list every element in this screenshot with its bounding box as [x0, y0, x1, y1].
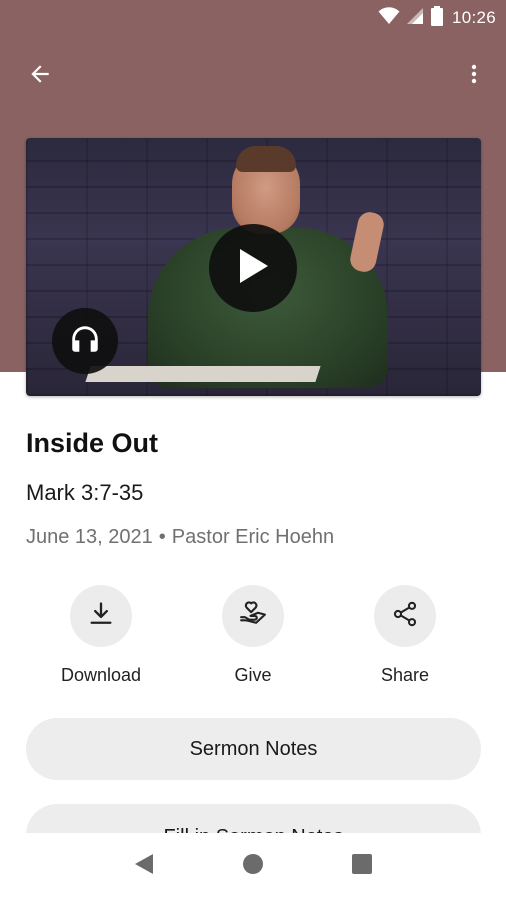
download-icon — [87, 600, 115, 633]
signal-icon — [406, 7, 424, 30]
download-button[interactable]: Download — [36, 585, 166, 686]
back-button[interactable] — [20, 56, 60, 96]
system-nav-bar — [0, 833, 506, 900]
play-button[interactable] — [209, 224, 297, 312]
app-bar — [0, 50, 506, 98]
meta-separator: • — [158, 526, 166, 548]
download-circle — [70, 585, 132, 647]
sermon-meta: June 13, 2021 • Pastor Eric Hoehn — [26, 526, 334, 549]
wifi-icon — [378, 6, 400, 30]
headphones-icon — [68, 322, 102, 361]
action-row: Download Give Share — [0, 585, 506, 695]
give-button[interactable]: Give — [188, 585, 318, 686]
download-label: Download — [60, 665, 142, 685]
share-circle — [374, 585, 436, 647]
sermon-scripture: Mark 3:7-35 — [26, 480, 144, 505]
status-time: 10:26 — [451, 8, 496, 27]
sermon-date: June 13, 2021 — [26, 526, 153, 548]
nav-home-icon — [242, 853, 264, 880]
nav-home-button[interactable] — [233, 847, 273, 887]
give-circle — [222, 585, 284, 647]
play-icon — [236, 247, 270, 290]
arrow-back-icon — [27, 61, 53, 92]
share-icon — [391, 600, 419, 633]
listen-audio-button[interactable] — [52, 308, 118, 374]
video-lectern — [85, 366, 321, 382]
nav-recents-button[interactable] — [342, 847, 382, 887]
sermon-notes-button[interactable]: Sermon Notes — [26, 718, 481, 780]
give-label: Give — [234, 665, 272, 685]
sermon-title: Inside Out — [26, 428, 159, 458]
more-vert-icon — [462, 61, 486, 92]
give-icon — [238, 599, 268, 634]
share-button[interactable]: Share — [340, 585, 470, 686]
nav-back-icon — [133, 852, 155, 881]
sermon-notes-label: Sermon Notes — [189, 737, 318, 760]
nav-recents-icon — [351, 853, 373, 880]
sermon-speaker: Pastor Eric Hoehn — [171, 526, 335, 548]
share-label: Share — [380, 665, 430, 685]
nav-back-button[interactable] — [124, 847, 164, 887]
status-bar: 10:26 — [0, 0, 506, 36]
more-options-button[interactable] — [454, 56, 494, 96]
battery-icon — [430, 5, 444, 31]
video-speaker-hair — [236, 146, 296, 172]
